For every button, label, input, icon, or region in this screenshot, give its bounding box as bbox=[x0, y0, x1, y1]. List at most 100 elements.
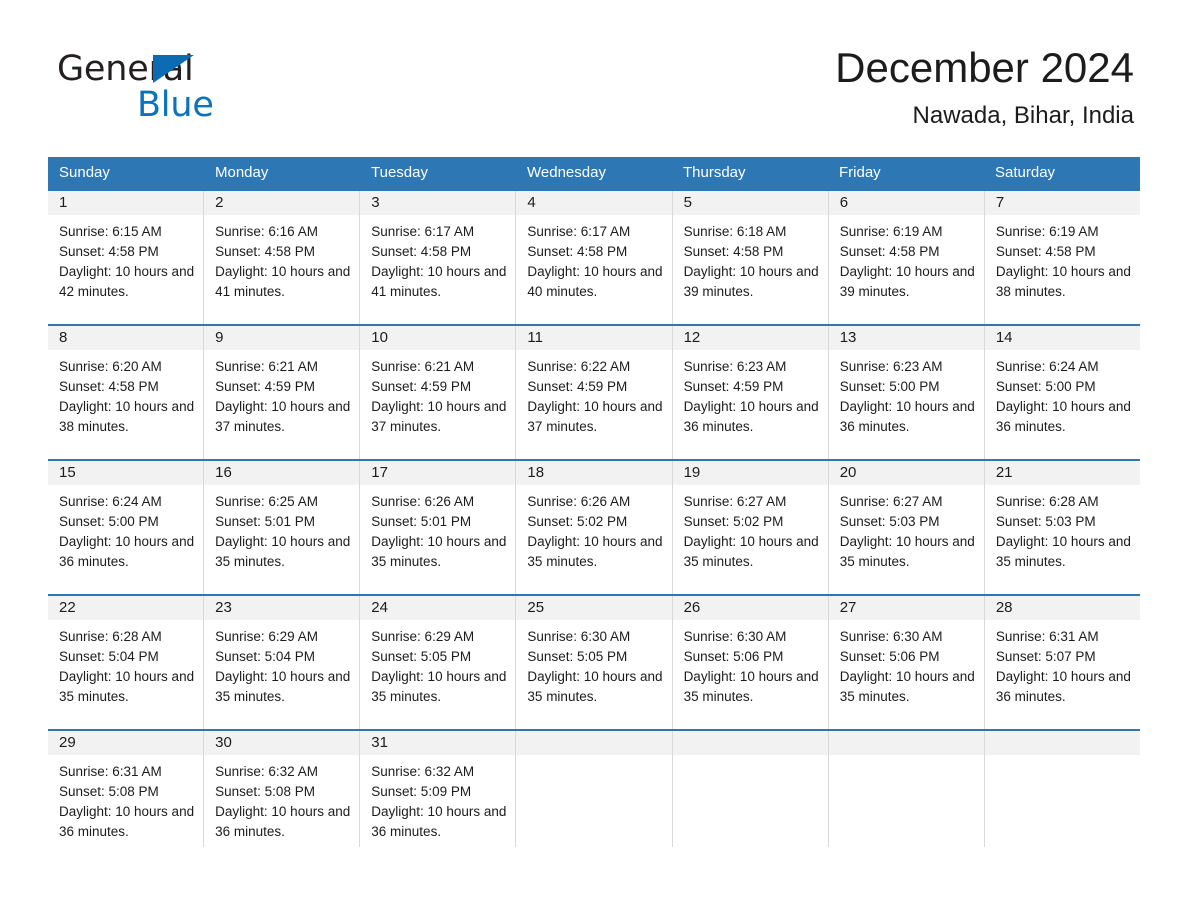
day-number: 25 bbox=[516, 596, 672, 620]
calendar-day-cell-empty bbox=[828, 731, 985, 847]
day-details: Sunrise: 6:28 AM Sunset: 5:03 PM Daylight:… bbox=[985, 485, 1140, 572]
calendar-day-cell[interactable]: 22 Sunrise: 6:28 AM Sunset: 5:04 PM Dayligh… bbox=[48, 596, 205, 729]
day-details: Sunrise: 6:29 AM Sunset: 5:05 PM Daylight:… bbox=[360, 620, 515, 707]
sunrise-text: Sunrise: 6:17 AM bbox=[527, 224, 631, 239]
calendar-day-cell[interactable]: 29 Sunrise: 6:31 AM Sunset: 5:08 PM Dayligh… bbox=[48, 731, 205, 847]
title-block: December 2024 Nawada, Bihar, India bbox=[835, 45, 1134, 130]
calendar-day-cell[interactable]: 9 Sunrise: 6:21 AM Sunset: 4:59 PM Daylight… bbox=[204, 326, 361, 459]
sunset-text: Sunset: 5:00 PM bbox=[839, 379, 940, 394]
calendar-weeks: 1 Sunrise: 6:15 AM Sunset: 4:58 PM Daylight… bbox=[48, 189, 1140, 847]
calendar-day-cell[interactable]: 17 Sunrise: 6:26 AM Sunset: 5:01 PM Dayligh… bbox=[360, 461, 517, 594]
day-number: 27 bbox=[828, 596, 984, 620]
calendar-day-cell[interactable]: 2 Sunrise: 6:16 AM Sunset: 4:58 PM Daylight… bbox=[204, 191, 361, 324]
calendar-day-cell[interactable]: 18 Sunrise: 6:26 AM Sunset: 5:02 PM Dayligh… bbox=[516, 461, 673, 594]
sunset-text: Sunset: 4:58 PM bbox=[995, 244, 1096, 259]
day-number: 7 bbox=[984, 191, 1140, 215]
daylight-text: Daylight: 10 hours and 39 minutes. bbox=[683, 264, 819, 299]
day-details: Sunrise: 6:17 AM Sunset: 4:58 PM Daylight:… bbox=[516, 215, 671, 302]
calendar-day-cell[interactable]: 15 Sunrise: 6:24 AM Sunset: 5:00 PM Dayligh… bbox=[48, 461, 205, 594]
day-details: Sunrise: 6:31 AM Sunset: 5:07 PM Daylight:… bbox=[985, 620, 1140, 707]
calendar-day-cell[interactable]: 27 Sunrise: 6:30 AM Sunset: 5:06 PM Dayligh… bbox=[828, 596, 985, 729]
sunrise-text: Sunrise: 6:22 AM bbox=[527, 359, 631, 374]
calendar-day-cell[interactable]: 28 Sunrise: 6:31 AM Sunset: 5:07 PM Dayligh… bbox=[984, 596, 1140, 729]
sunrise-text: Sunrise: 6:21 AM bbox=[215, 359, 318, 374]
calendar-day-cell[interactable]: 7 Sunrise: 6:19 AM Sunset: 4:58 PM Daylight… bbox=[984, 191, 1140, 324]
generalblue-logo[interactable]: General Blue bbox=[57, 52, 377, 125]
logo-text-blue: Blue bbox=[137, 85, 214, 125]
calendar-day-cell[interactable]: 21 Sunrise: 6:28 AM Sunset: 5:03 PM Dayligh… bbox=[984, 461, 1140, 594]
calendar-day-cell[interactable]: 31 Sunrise: 6:32 AM Sunset: 5:09 PM Dayligh… bbox=[360, 731, 517, 847]
sunset-text: Sunset: 5:05 PM bbox=[371, 649, 472, 664]
daylight-text: Daylight: 10 hours and 40 minutes. bbox=[527, 264, 663, 299]
day-number: 4 bbox=[516, 191, 672, 215]
column-header-wednesday: Wednesday bbox=[527, 164, 606, 181]
calendar-day-cell[interactable]: 23 Sunrise: 6:29 AM Sunset: 5:04 PM Dayligh… bbox=[204, 596, 361, 729]
day-number: 11 bbox=[516, 326, 672, 350]
day-number: 18 bbox=[516, 461, 672, 485]
calendar-day-cell[interactable]: 10 Sunrise: 6:21 AM Sunset: 4:59 PM Dayligh… bbox=[360, 326, 517, 459]
daylight-text: Daylight: 10 hours and 36 minutes. bbox=[59, 534, 195, 569]
calendar-day-cell[interactable]: 20 Sunrise: 6:27 AM Sunset: 5:03 PM Dayligh… bbox=[828, 461, 985, 594]
column-header-monday: Monday bbox=[215, 164, 269, 181]
daylight-text: Daylight: 10 hours and 38 minutes. bbox=[995, 264, 1131, 299]
sunset-text: Sunset: 4:58 PM bbox=[59, 244, 159, 259]
sunrise-text: Sunrise: 6:17 AM bbox=[371, 224, 475, 239]
sunset-text: Sunset: 5:00 PM bbox=[59, 514, 159, 529]
day-details: Sunrise: 6:28 AM Sunset: 5:04 PM Daylight:… bbox=[48, 620, 203, 707]
column-header-thursday: Thursday bbox=[683, 164, 746, 181]
calendar-day-cell[interactable]: 19 Sunrise: 6:27 AM Sunset: 5:02 PM Dayligh… bbox=[672, 461, 829, 594]
calendar-day-cell[interactable]: 5 Sunrise: 6:18 AM Sunset: 4:58 PM Daylight… bbox=[672, 191, 829, 324]
calendar-day-cell[interactable]: 16 Sunrise: 6:25 AM Sunset: 5:01 PM Dayligh… bbox=[204, 461, 361, 594]
sunrise-text: Sunrise: 6:27 AM bbox=[683, 494, 787, 509]
daylight-text: Daylight: 10 hours and 35 minutes. bbox=[527, 669, 663, 704]
calendar-day-cell-empty bbox=[984, 731, 1140, 847]
sunset-text: Sunset: 4:59 PM bbox=[527, 379, 628, 394]
sunset-text: Sunset: 5:06 PM bbox=[839, 649, 940, 664]
day-number: 30 bbox=[204, 731, 360, 755]
day-details: Sunrise: 6:22 AM Sunset: 4:59 PM Daylight:… bbox=[516, 350, 671, 437]
calendar-day-cell[interactable]: 6 Sunrise: 6:19 AM Sunset: 4:58 PM Daylight… bbox=[828, 191, 985, 324]
daylight-text: Daylight: 10 hours and 38 minutes. bbox=[59, 399, 195, 434]
day-number: 20 bbox=[828, 461, 984, 485]
day-details: Sunrise: 6:30 AM Sunset: 5:06 PM Daylight:… bbox=[829, 620, 984, 707]
calendar-day-cell[interactable]: 26 Sunrise: 6:30 AM Sunset: 5:06 PM Dayligh… bbox=[672, 596, 829, 729]
sunrise-text: Sunrise: 6:26 AM bbox=[371, 494, 475, 509]
day-number: 10 bbox=[360, 326, 516, 350]
column-header-saturday: Saturday bbox=[995, 164, 1056, 181]
sunset-text: Sunset: 5:03 PM bbox=[839, 514, 940, 529]
calendar-day-cell[interactable]: 4 Sunrise: 6:17 AM Sunset: 4:58 PM Daylight… bbox=[516, 191, 673, 324]
calendar-day-cell[interactable]: 13 Sunrise: 6:23 AM Sunset: 5:00 PM Dayligh… bbox=[828, 326, 985, 459]
calendar-day-cell[interactable]: 11 Sunrise: 6:22 AM Sunset: 4:59 PM Dayligh… bbox=[516, 326, 673, 459]
sunset-text: Sunset: 4:58 PM bbox=[683, 244, 784, 259]
day-details: Sunrise: 6:19 AM Sunset: 4:58 PM Daylight:… bbox=[829, 215, 984, 302]
sunrise-text: Sunrise: 6:32 AM bbox=[371, 764, 475, 779]
day-number: 17 bbox=[360, 461, 516, 485]
day-number bbox=[828, 731, 984, 755]
calendar-day-cell[interactable]: 25 Sunrise: 6:30 AM Sunset: 5:05 PM Dayligh… bbox=[516, 596, 673, 729]
day-details: Sunrise: 6:29 AM Sunset: 5:04 PM Daylight:… bbox=[204, 620, 359, 707]
daylight-text: Daylight: 10 hours and 35 minutes. bbox=[215, 534, 351, 569]
sunrise-text: Sunrise: 6:31 AM bbox=[995, 629, 1099, 644]
column-header-tuesday: Tuesday bbox=[371, 164, 428, 181]
calendar-day-cell[interactable]: 30 Sunrise: 6:32 AM Sunset: 5:08 PM Dayligh… bbox=[204, 731, 361, 847]
sunset-text: Sunset: 4:59 PM bbox=[371, 379, 472, 394]
day-number: 16 bbox=[204, 461, 360, 485]
calendar-day-cell[interactable]: 8 Sunrise: 6:20 AM Sunset: 4:58 PM Daylight… bbox=[48, 326, 205, 459]
calendar-day-cell[interactable]: 24 Sunrise: 6:29 AM Sunset: 5:05 PM Dayligh… bbox=[360, 596, 517, 729]
calendar-week-row: 8 Sunrise: 6:20 AM Sunset: 4:58 PM Daylight… bbox=[48, 324, 1140, 459]
day-details: Sunrise: 6:23 AM Sunset: 4:59 PM Daylight:… bbox=[673, 350, 828, 437]
sunset-text: Sunset: 5:08 PM bbox=[215, 784, 315, 799]
daylight-text: Daylight: 10 hours and 41 minutes. bbox=[215, 264, 351, 299]
sunset-text: Sunset: 5:06 PM bbox=[683, 649, 784, 664]
calendar-day-cell[interactable]: 3 Sunrise: 6:17 AM Sunset: 4:58 PM Daylight… bbox=[360, 191, 517, 324]
calendar-day-cell[interactable]: 14 Sunrise: 6:24 AM Sunset: 5:00 PM Dayligh… bbox=[984, 326, 1140, 459]
page-subtitle: Nawada, Bihar, India bbox=[912, 102, 1134, 130]
sunset-text: Sunset: 5:03 PM bbox=[995, 514, 1096, 529]
sunrise-text: Sunrise: 6:19 AM bbox=[839, 224, 943, 239]
calendar-day-cell[interactable]: 12 Sunrise: 6:23 AM Sunset: 4:59 PM Dayligh… bbox=[672, 326, 829, 459]
sunset-text: Sunset: 4:58 PM bbox=[839, 244, 940, 259]
day-number: 21 bbox=[984, 461, 1140, 485]
daylight-text: Daylight: 10 hours and 35 minutes. bbox=[215, 669, 351, 704]
calendar-day-cell[interactable]: 1 Sunrise: 6:15 AM Sunset: 4:58 PM Daylight… bbox=[48, 191, 205, 324]
daylight-text: Daylight: 10 hours and 35 minutes. bbox=[839, 534, 975, 569]
